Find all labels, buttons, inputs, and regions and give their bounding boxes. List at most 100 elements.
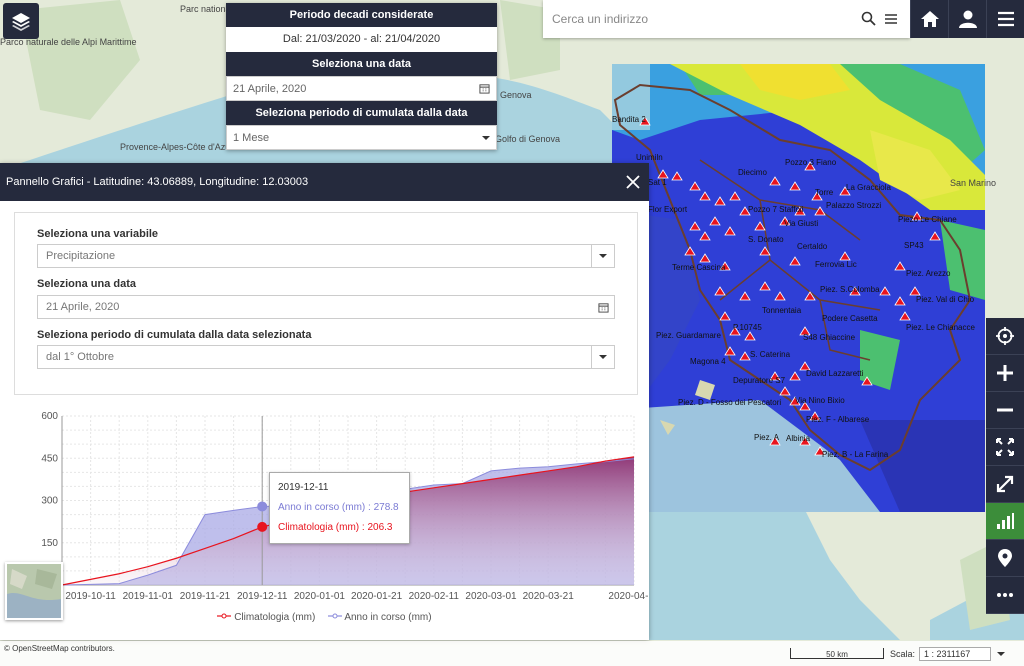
data-point-climatology (257, 521, 268, 532)
tooltip-date: 2019-12-11 (278, 482, 329, 493)
menu-button[interactable] (986, 0, 1024, 38)
svg-text:Sat 1: Sat 1 (648, 178, 667, 187)
x-tick-label: 2019-11-01 (123, 591, 174, 602)
x-tick-label: 2019-12-11 (237, 591, 288, 602)
fullscreen-icon (996, 475, 1014, 493)
decadi-date-value: 21 Aprile, 2020 (233, 82, 307, 95)
svg-text:Palazzo Strozzi: Palazzo Strozzi (826, 201, 881, 210)
tooltip-current: Anno in corso (mm) : 278.8 (278, 502, 399, 513)
charts-panel-title: Pannello Grafici - Latitudine: 43.06889,… (6, 176, 309, 188)
legend-label-current: Anno in corso (mm) (344, 612, 432, 623)
chevron-down-icon (599, 355, 607, 359)
svg-text:Piez. D - Fosso dei Pescatori: Piez. D - Fosso dei Pescatori (678, 398, 781, 407)
bar-chart-icon (997, 513, 1014, 529)
scale-control: Scala: 1 : 2311167 (890, 647, 1006, 661)
y-tick-label: 300 (41, 496, 58, 507)
x-tick-label: 2020-03-01 (465, 591, 517, 602)
svg-text:Piez. Le Chianacce: Piez. Le Chianacce (906, 323, 975, 332)
chart-legend: Climatologia (mm) Anno in corso (mm) (0, 612, 649, 623)
home-button[interactable] (910, 0, 948, 38)
locate-button[interactable] (986, 318, 1024, 355)
x-tick-label: 2020-02-11 (409, 591, 460, 602)
close-icon[interactable] (625, 174, 641, 190)
chevron-down-icon (599, 254, 607, 258)
svg-text:S. Donato: S. Donato (748, 235, 784, 244)
date-input[interactable]: 21 Aprile, 2020 (37, 295, 615, 319)
legend-item-climatology[interactable]: Climatologia (mm) (217, 612, 318, 623)
fullscreen-button[interactable] (986, 466, 1024, 503)
y-tick-label: 150 (41, 538, 58, 549)
svg-text:Terme Cascina: Terme Cascina (672, 263, 726, 272)
decadi-date-input[interactable]: 21 Aprile, 2020 (226, 76, 497, 101)
basemap-preview-icon (7, 564, 61, 618)
svg-text:Ferrovia Lic: Ferrovia Lic (815, 260, 857, 269)
svg-text:Tonnentaia: Tonnentaia (762, 306, 802, 315)
svg-text:Piez. Val di Chio: Piez. Val di Chio (916, 295, 975, 304)
search-icon[interactable] (860, 10, 878, 28)
search-box (543, 0, 910, 38)
data-point-current (257, 501, 268, 512)
variable-label: Seleziona una variabile (37, 228, 159, 240)
list-icon[interactable] (882, 10, 900, 28)
period-select[interactable]: dal 1° Ottobre (37, 345, 615, 369)
search-input[interactable] (543, 3, 860, 35)
hamburger-icon (997, 11, 1014, 27)
svg-text:Unimiln: Unimiln (636, 153, 663, 162)
legend-label-climatology: Climatologia (mm) (234, 612, 316, 623)
x-tick-label: 2020-04-21 (608, 591, 649, 602)
svg-text:Piez. F - Albarese: Piez. F - Albarese (806, 415, 870, 424)
scale-select[interactable]: 1 : 2311167 (919, 647, 992, 661)
map-attribution[interactable]: © OpenStreetMap contributors. (4, 644, 115, 653)
layers-icon (12, 13, 30, 31)
calendar-icon (597, 302, 609, 313)
basemap-thumbnail[interactable] (5, 562, 63, 620)
x-tick-label: 2019-10-11 (65, 591, 116, 602)
scale-value: 1 : 2311167 (924, 649, 971, 659)
charts-button[interactable] (986, 503, 1024, 540)
period-value: dal 1° Ottobre (46, 351, 114, 363)
crosshair-icon (996, 327, 1014, 345)
svg-text:Albinia: Albinia (786, 434, 811, 443)
svg-text:Genova: Genova (500, 90, 532, 100)
svg-text:Via Nino Bixio: Via Nino Bixio (795, 396, 845, 405)
date-value: 21 Aprile, 2020 (46, 301, 120, 313)
legend-item-current[interactable]: Anno in corso (mm) (328, 612, 432, 623)
user-button[interactable] (948, 0, 986, 38)
y-tick-label: 450 (41, 453, 58, 464)
svg-text:S. Caterina: S. Caterina (750, 350, 791, 359)
scale-bar: 50 km (790, 648, 884, 659)
minus-icon (997, 408, 1013, 412)
date-label: Seleziona una data (37, 278, 137, 290)
scale-label: Scala: (890, 649, 916, 659)
svg-text:Bandita 2: Bandita 2 (612, 115, 646, 124)
charts-panel-header: Pannello Grafici - Latitudine: 43.06889,… (0, 163, 649, 201)
chevron-down-icon[interactable] (997, 651, 1006, 657)
variable-value: Precipitazione (46, 250, 116, 262)
legend-line-icon (328, 613, 343, 619)
svg-text:Piezo Le Chiane: Piezo Le Chiane (898, 215, 957, 224)
svg-text:Provence-Alpes-Côte d'Azur: Provence-Alpes-Côte d'Azur (120, 142, 233, 152)
zoom-out-button[interactable] (986, 392, 1024, 429)
period-label: Seleziona periodo di cumulata dalla data… (37, 329, 312, 341)
date-calendar (592, 296, 614, 318)
svg-text:P.10745: P.10745 (733, 323, 762, 332)
decadi-cumulative-label: Seleziona periodo di cumulata dalla data… (226, 101, 497, 143)
svg-text:Magona 4: Magona 4 (690, 357, 726, 366)
decadi-range: Dal: 21/03/2020 - al: 21/04/2020 (282, 33, 441, 45)
zoom-extent-button[interactable] (986, 429, 1024, 466)
svg-text:Golfo di Genova: Golfo di Genova (495, 134, 560, 144)
zoom-in-button[interactable] (986, 355, 1024, 392)
x-tick-label: 2020-03-21 (523, 591, 575, 602)
marker-button[interactable] (986, 540, 1024, 577)
svg-text:San Marino: San Marino (950, 178, 996, 188)
x-tick-label: 2019-11-21 (180, 591, 231, 602)
precipitation-raster (612, 64, 985, 512)
svg-text:Torre: Torre (815, 188, 834, 197)
svg-text:Piez. Guardamare: Piez. Guardamare (656, 331, 721, 340)
variable-select[interactable]: Precipitazione (37, 244, 615, 268)
layers-button[interactable] (3, 3, 39, 39)
calendar-icon (479, 84, 490, 94)
period-dropdown-arrow (591, 346, 614, 368)
chart-tooltip: 2019-12-11 Anno in corso (mm) : 278.8 Cl… (269, 472, 410, 544)
more-button[interactable] (986, 577, 1024, 614)
